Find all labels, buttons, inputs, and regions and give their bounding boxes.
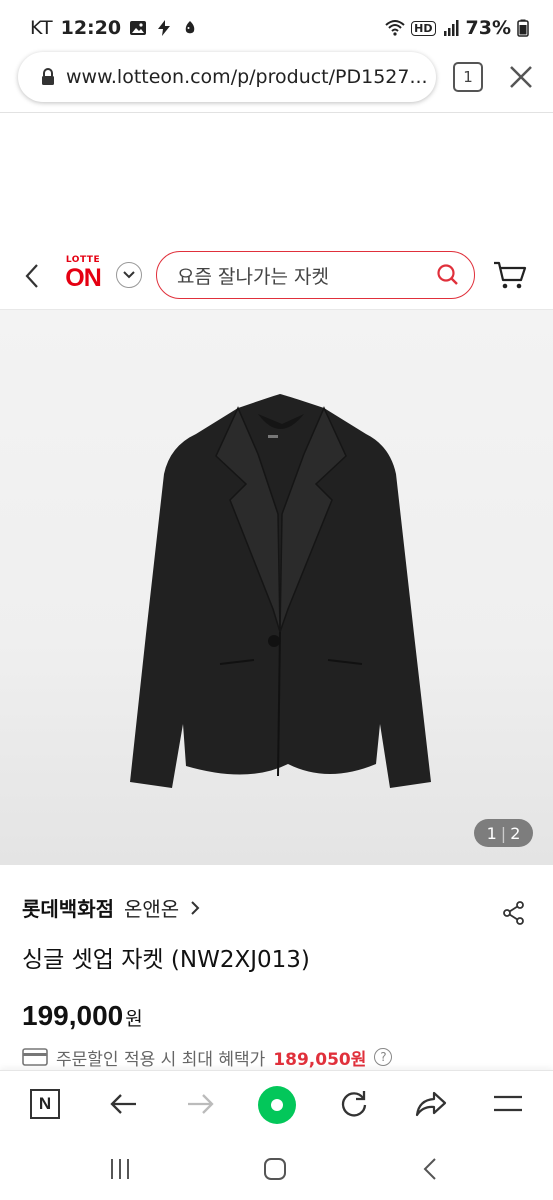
url-text: www.lotteon.com/p/product/PD1527... [66, 66, 428, 88]
logo-main-text: ON [65, 264, 102, 292]
image-counter-current: 1 [486, 823, 497, 843]
price-value: 199,000 [22, 1000, 124, 1031]
chevron-right-icon [191, 900, 200, 915]
flash-icon [158, 20, 171, 36]
price-row: 199,000 원 [22, 1000, 143, 1032]
status-left: KT 12:20 [30, 17, 199, 39]
url-bar-divider [0, 112, 553, 113]
arrow-left-icon [110, 1094, 136, 1114]
brand-row[interactable]: 롯데백화점 온앤온 [22, 893, 201, 922]
share-icon[interactable] [502, 900, 526, 926]
status-bar: KT 12:20 HD 73% [0, 0, 553, 56]
credit-card-icon [22, 1048, 48, 1066]
green-dot-button[interactable] [257, 1085, 297, 1125]
back-chevron-icon[interactable] [20, 261, 44, 291]
benefit-label: 주문할인 적용 시 최대 혜택가 [56, 1049, 266, 1070]
cart-icon[interactable] [492, 259, 528, 291]
wifi-icon [385, 20, 405, 36]
address-bar[interactable]: www.lotteon.com/p/product/PD1527... [18, 52, 436, 102]
hd-badge: HD [411, 20, 436, 36]
recent-apps-icon[interactable] [107, 1156, 133, 1182]
benefit-price: 189,050원 [273, 1049, 367, 1070]
naver-n-icon: N [30, 1089, 60, 1119]
clock: 12:20 [60, 17, 122, 39]
site-header: LOTTE ON 요즘 잘나가는 자켓 [0, 245, 553, 305]
carrier-label: KT [30, 17, 53, 39]
chevron-down-icon [123, 271, 135, 279]
help-icon-glyph: ? [380, 1050, 387, 1064]
system-back-icon[interactable] [418, 1156, 444, 1182]
browser-toolbar: N [0, 1070, 553, 1136]
back-button[interactable] [106, 1087, 140, 1121]
close-icon[interactable] [506, 62, 536, 92]
search-icon[interactable] [436, 263, 460, 287]
app-notification-icon [185, 21, 195, 34]
arrow-right-icon [188, 1094, 214, 1114]
image-counter-total: 2 [510, 823, 521, 843]
jacket-image [130, 394, 431, 788]
green-dot-icon [258, 1086, 296, 1124]
mall-dropdown-button[interactable] [116, 262, 142, 288]
price-unit: 원 [125, 1008, 143, 1030]
forward-share-icon [415, 1091, 447, 1117]
battery-icon [517, 19, 529, 37]
naver-home-button[interactable]: N [28, 1087, 62, 1121]
store-name: 롯데백화점 [22, 897, 114, 921]
reload-button[interactable] [337, 1087, 371, 1121]
product-title: 싱글 셋업 자켓 (NW2XJ013) [22, 947, 310, 973]
browser-url-row: www.lotteon.com/p/product/PD1527... 1 [0, 50, 553, 108]
status-right: HD 73% [385, 17, 529, 39]
brand-name: 온앤온 [124, 897, 180, 921]
forward-button[interactable] [184, 1087, 218, 1121]
gallery-icon [130, 21, 147, 35]
menu-button[interactable] [491, 1087, 525, 1121]
signal-icon [443, 20, 459, 36]
product-image-carousel[interactable]: 1 | 2 [0, 310, 553, 865]
hamburger-menu-icon [494, 1095, 522, 1112]
benefit-row[interactable]: 주문할인 적용 시 최대 혜택가 189,050원 ? [22, 1045, 393, 1070]
help-icon[interactable]: ? [374, 1048, 393, 1066]
image-counter-separator: | [500, 823, 507, 843]
lock-icon [42, 68, 54, 85]
battery-percent: 73% [465, 17, 511, 39]
naver-n-label: N [38, 1094, 52, 1113]
tab-count-label: 1 [463, 68, 473, 86]
image-counter: 1 | 2 [474, 819, 533, 847]
share-button[interactable] [414, 1087, 448, 1121]
search-placeholder: 요즘 잘나가는 자켓 [177, 265, 329, 288]
lotte-on-logo[interactable]: LOTTE ON [60, 255, 106, 295]
search-input[interactable]: 요즘 잘나가는 자켓 [156, 251, 475, 299]
system-nav-bar [0, 1136, 553, 1200]
reload-icon [341, 1091, 367, 1117]
home-icon[interactable] [262, 1156, 288, 1182]
tab-count-button[interactable]: 1 [453, 62, 483, 92]
